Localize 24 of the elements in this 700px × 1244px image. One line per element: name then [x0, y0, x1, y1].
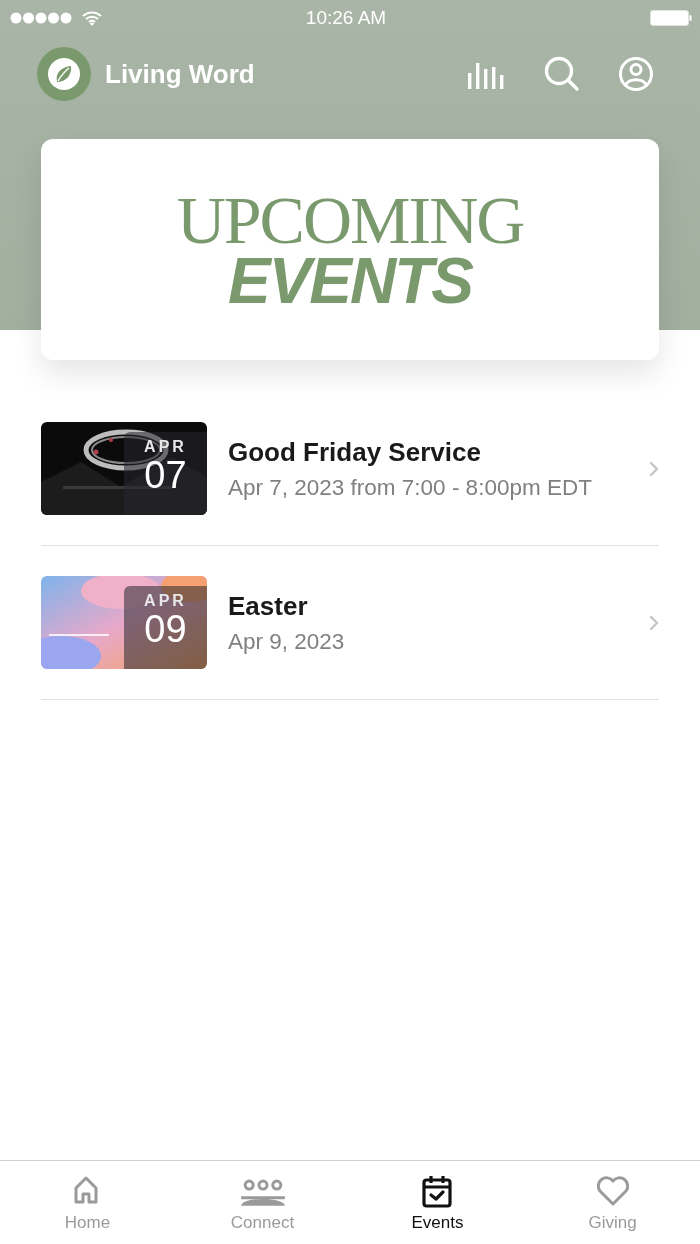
banner-subheading: EVENTS	[227, 250, 473, 311]
event-title: Easter	[228, 590, 309, 622]
event-row[interactable]: APR 09 Easter Apr 9, 2023	[41, 576, 659, 669]
wifi-icon	[82, 10, 102, 26]
event-row[interactable]: APR 07 Good Friday Service Apr 7, 2023 from 7:00 - 8:00pm EDT	[41, 422, 659, 515]
profile-icon[interactable]	[618, 56, 654, 92]
chevron-icon	[649, 460, 659, 477]
calendar-icon	[420, 1175, 455, 1209]
chevron-icon	[649, 614, 659, 631]
event-date: Apr 7, 2023 from 7:00 - 8:00pm EDT	[228, 474, 593, 501]
search-icon[interactable]	[544, 56, 580, 92]
event-title: Good Friday Service	[228, 436, 482, 468]
app-title: Living Word	[105, 58, 255, 90]
battery-icon	[650, 10, 692, 26]
event-date: Apr 9, 2023	[228, 628, 346, 655]
date-month: APR	[144, 592, 187, 610]
signal-icon	[10, 12, 72, 24]
date-month: APR	[144, 438, 187, 456]
date-day: 07	[144, 456, 187, 494]
leaf-logo-icon	[37, 47, 91, 101]
date-day: 09	[144, 610, 187, 648]
status-time: 10:26 AM	[304, 7, 388, 29]
tab[interactable]: Events	[350, 1161, 525, 1244]
banner-heading: UPCOMING	[176, 188, 524, 251]
